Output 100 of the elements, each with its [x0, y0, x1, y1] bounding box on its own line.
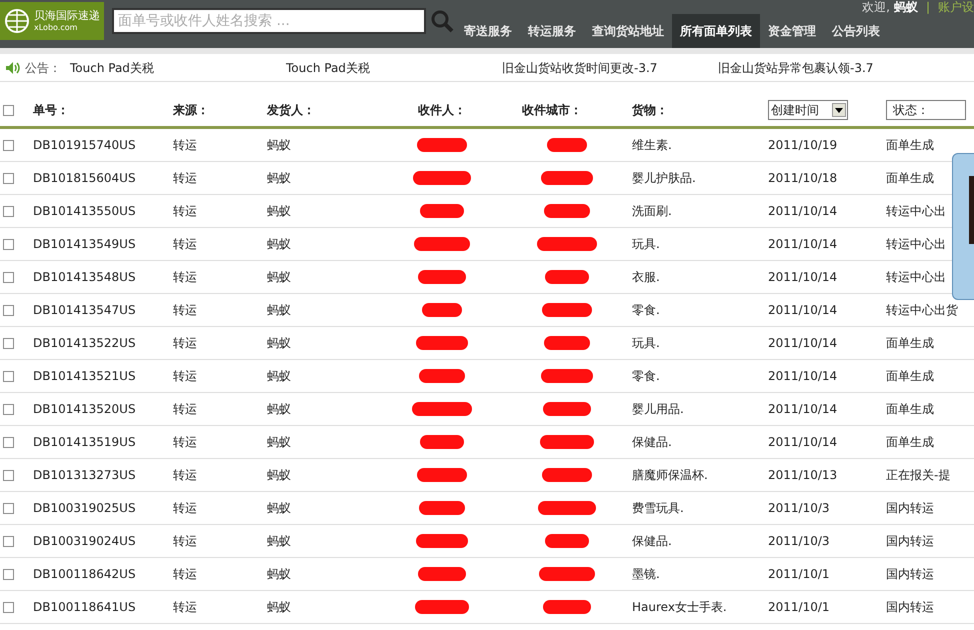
date-cell: 2011/10/14: [768, 402, 838, 416]
redaction-mark: [420, 435, 464, 449]
sort-select[interactable]: 创建时间: [768, 100, 848, 120]
order-number[interactable]: DB101413547US: [33, 303, 136, 317]
order-number[interactable]: DB101413550US: [33, 204, 136, 218]
column-header: 货物：: [632, 102, 668, 119]
redaction-mark: [419, 369, 465, 383]
date-cell: 2011/10/18: [768, 171, 838, 185]
date-cell: 2011/10/1: [768, 600, 830, 614]
checkbox[interactable]: [3, 272, 14, 282]
checkbox[interactable]: [3, 370, 14, 382]
checkbox[interactable]: [3, 602, 14, 612]
redaction-mark: [543, 600, 591, 614]
nav-tab[interactable]: 所有面单列表: [672, 14, 760, 48]
notice-link[interactable]: Touch Pad关税: [286, 60, 370, 74]
order-number[interactable]: DB101413548US: [33, 270, 136, 284]
goods-cell: 玩具.: [632, 336, 660, 350]
sender-cell: 蚂蚁: [267, 138, 291, 152]
sender-cell: 蚂蚁: [267, 303, 291, 317]
status-cell: 国内转运: [886, 534, 934, 548]
checkbox[interactable]: [3, 206, 14, 216]
date-cell: 2011/10/14: [768, 336, 838, 350]
search-icon[interactable]: [430, 9, 454, 33]
redaction-mark: [415, 600, 469, 614]
order-number[interactable]: DB101413549US: [33, 237, 136, 251]
source-cell: 转运: [173, 138, 197, 152]
order-number[interactable]: DB100118641US: [33, 600, 136, 614]
status-cell: 转运中心出: [886, 237, 946, 251]
notice-link[interactable]: 旧金山货站收货时间更改-3.7: [502, 60, 658, 74]
redaction-mark: [412, 402, 472, 416]
status-cell: 面单生成: [886, 138, 934, 152]
order-number[interactable]: DB101915740US: [33, 138, 136, 152]
notice-link[interactable]: 旧金山货站异常包裹认领-3.7: [718, 60, 874, 74]
sender-cell: 蚂蚁: [267, 435, 291, 449]
nav-tab[interactable]: 公告列表: [824, 14, 888, 48]
sender-cell: 蚂蚁: [267, 534, 291, 548]
source-cell: 转运: [173, 171, 197, 185]
date-cell: 2011/10/14: [768, 369, 838, 383]
sender-cell: 蚂蚁: [267, 204, 291, 218]
status-cell: 转运中心出: [886, 204, 946, 218]
status-cell: 面单生成: [886, 369, 934, 383]
checkbox[interactable]: [3, 436, 14, 448]
sender-cell: 蚂蚁: [267, 600, 291, 614]
checkbox[interactable]: [3, 404, 14, 414]
checkbox[interactable]: [3, 304, 14, 316]
account-link[interactable]: 账户设: [938, 0, 974, 16]
speaker-icon: [5, 60, 21, 74]
checkbox[interactable]: [3, 470, 14, 480]
order-number[interactable]: DB101815604US: [33, 171, 136, 185]
order-number[interactable]: DB101313273US: [33, 468, 136, 482]
checkbox[interactable]: [3, 104, 14, 116]
order-number[interactable]: DB100319024US: [33, 534, 136, 548]
status-cell: 正在报关-提: [886, 468, 950, 482]
goods-cell: 膳魔师保温杯.: [632, 468, 708, 482]
logo[interactable]: 贝海国际速递 xLobo.com: [0, 2, 104, 40]
status-cell: 转运中心出: [886, 270, 946, 284]
order-number[interactable]: DB101413520US: [33, 402, 136, 416]
dropdown-caret-icon: [835, 108, 843, 112]
order-number[interactable]: DB101413521US: [33, 369, 136, 383]
date-cell: 2011/10/14: [768, 303, 838, 317]
nav-tab[interactable]: 寄送服务: [456, 14, 520, 48]
goods-cell: Haurex女士手表.: [632, 600, 727, 614]
order-number[interactable]: DB100319025US: [33, 501, 136, 515]
redaction-mark: [545, 534, 589, 548]
order-number[interactable]: DB101413519US: [33, 435, 136, 449]
date-cell: 2011/10/14: [768, 237, 838, 251]
search-field[interactable]: 面单号或收件人姓名搜索 ...: [112, 8, 426, 34]
source-cell: 转运: [173, 402, 197, 416]
checkbox[interactable]: [3, 536, 14, 546]
order-number[interactable]: DB101413522US: [33, 336, 136, 350]
sender-cell: 蚂蚁: [267, 369, 291, 383]
redaction-mark: [417, 468, 467, 482]
column-header: 发货人：: [267, 102, 315, 119]
redaction-mark: [416, 336, 468, 350]
checkbox[interactable]: [3, 568, 14, 580]
notice-link[interactable]: Touch Pad关税: [70, 60, 154, 74]
redaction-mark: [542, 468, 592, 482]
redaction-mark: [543, 402, 591, 416]
user-name[interactable]: 蚂蚁: [894, 0, 918, 16]
checkbox[interactable]: [3, 238, 14, 250]
checkbox[interactable]: [3, 140, 14, 150]
column-header: 单号：: [33, 102, 69, 119]
goods-cell: 衣服.: [632, 270, 660, 284]
date-cell: 2011/10/3: [768, 501, 830, 515]
source-cell: 转运: [173, 567, 197, 581]
nav-tab[interactable]: 资金管理: [760, 14, 824, 48]
floating-widget[interactable]: [952, 153, 974, 300]
nav-tab[interactable]: 转运服务: [520, 14, 584, 48]
nav-tab[interactable]: 查询货站地址: [584, 14, 672, 48]
goods-cell: 墨镜.: [632, 567, 660, 581]
redaction-mark: [540, 435, 594, 449]
source-cell: 转运: [173, 600, 197, 614]
redaction-mark: [419, 501, 465, 515]
redaction-mark: [414, 237, 470, 251]
checkbox[interactable]: [3, 338, 14, 348]
checkbox[interactable]: [3, 172, 14, 184]
status-filter[interactable]: 状态：: [886, 100, 966, 120]
column-header: 收件人：: [418, 102, 466, 119]
checkbox[interactable]: [3, 502, 14, 514]
order-number[interactable]: DB100118642US: [33, 567, 136, 581]
